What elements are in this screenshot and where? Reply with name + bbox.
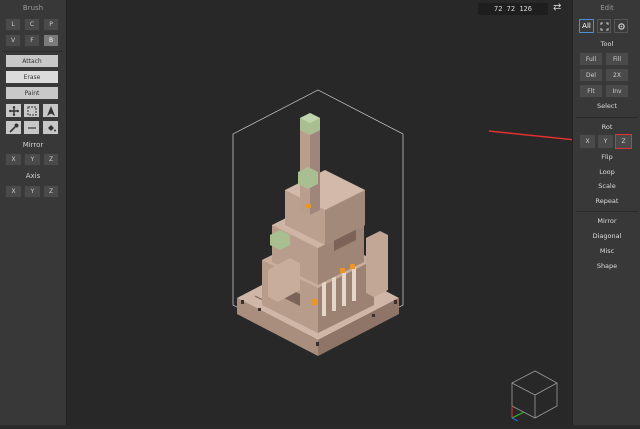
attach-button[interactable]: Attach [5, 54, 59, 68]
eyedropper-icon[interactable] [5, 120, 22, 135]
tool-2x-button[interactable]: 2X [605, 68, 629, 82]
axis-z-button[interactable]: Z [43, 185, 59, 198]
tool-title: Tool [600, 40, 614, 48]
select-box-icon[interactable] [23, 103, 40, 118]
rot-y-button[interactable]: Y [597, 134, 614, 149]
erase-button[interactable]: Erase [5, 70, 59, 84]
axis-x-button[interactable]: X [5, 185, 22, 198]
brush-mode-b[interactable]: B [43, 34, 59, 47]
select-button[interactable]: Select [573, 102, 640, 110]
voxel-model-render [232, 89, 605, 422]
shape-button[interactable]: Shape [573, 262, 640, 270]
voxel-coordinates: 72 72 126 [478, 3, 548, 15]
fit-view-icon[interactable] [597, 19, 611, 33]
paint-button[interactable]: Paint [5, 86, 59, 100]
mirror-y-button[interactable]: Y [24, 153, 41, 166]
axis-y-button[interactable]: Y [24, 185, 41, 198]
scale-button[interactable]: Scale [573, 182, 640, 190]
brush-mode-f[interactable]: F [24, 34, 40, 47]
divider [3, 51, 63, 52]
divider [576, 117, 638, 118]
diagonal-button[interactable]: Diagonal [573, 232, 640, 240]
rot-z-button[interactable]: Z [615, 134, 632, 149]
line-icon[interactable] [23, 120, 40, 135]
fill-bucket-icon[interactable] [42, 120, 59, 135]
axis-title: Axis [25, 172, 41, 180]
tool-inv-button[interactable]: Inv [605, 84, 629, 98]
tool-flt-button[interactable]: Flt [579, 84, 603, 98]
swap-icon[interactable]: ⇄ [553, 2, 561, 13]
tool-fill-button[interactable]: Fill [605, 52, 629, 66]
brush-mode-l[interactable]: L [5, 18, 21, 31]
tab-all[interactable]: All [579, 19, 594, 33]
edit-title: Edit [600, 4, 614, 12]
divider [576, 211, 638, 212]
mirror-title: Mirror [22, 141, 44, 149]
edit-panel: Edit All Tool Full Fill Del 2X Flt Inv S… [572, 0, 640, 425]
tool-del-button[interactable]: Del [579, 68, 603, 82]
brush-mode-c[interactable]: C [24, 18, 40, 31]
mirror-gen-button[interactable]: Mirror [573, 217, 640, 225]
move-icon[interactable] [5, 103, 22, 118]
mirror-z-button[interactable]: Z [43, 153, 59, 166]
pointer-icon[interactable] [42, 103, 59, 118]
misc-button[interactable]: Misc [573, 247, 640, 255]
brush-mode-v[interactable]: V [5, 34, 21, 47]
loop-button[interactable]: Loop [573, 168, 640, 176]
settings-icon[interactable] [614, 19, 628, 33]
flip-button[interactable]: Flip [573, 153, 640, 161]
brush-title: Brush [22, 4, 44, 12]
repeat-button[interactable]: Repeat [573, 197, 640, 205]
brush-panel: Brush L C P V F B Attach Erase Paint Mir… [0, 0, 67, 425]
rot-x-button[interactable]: X [579, 134, 596, 149]
tool-full-button[interactable]: Full [579, 52, 603, 66]
voxel-viewport[interactable] [67, 0, 605, 425]
rot-title: Rot [601, 123, 613, 131]
mirror-x-button[interactable]: X [5, 153, 22, 166]
brush-mode-p[interactable]: P [43, 18, 59, 31]
